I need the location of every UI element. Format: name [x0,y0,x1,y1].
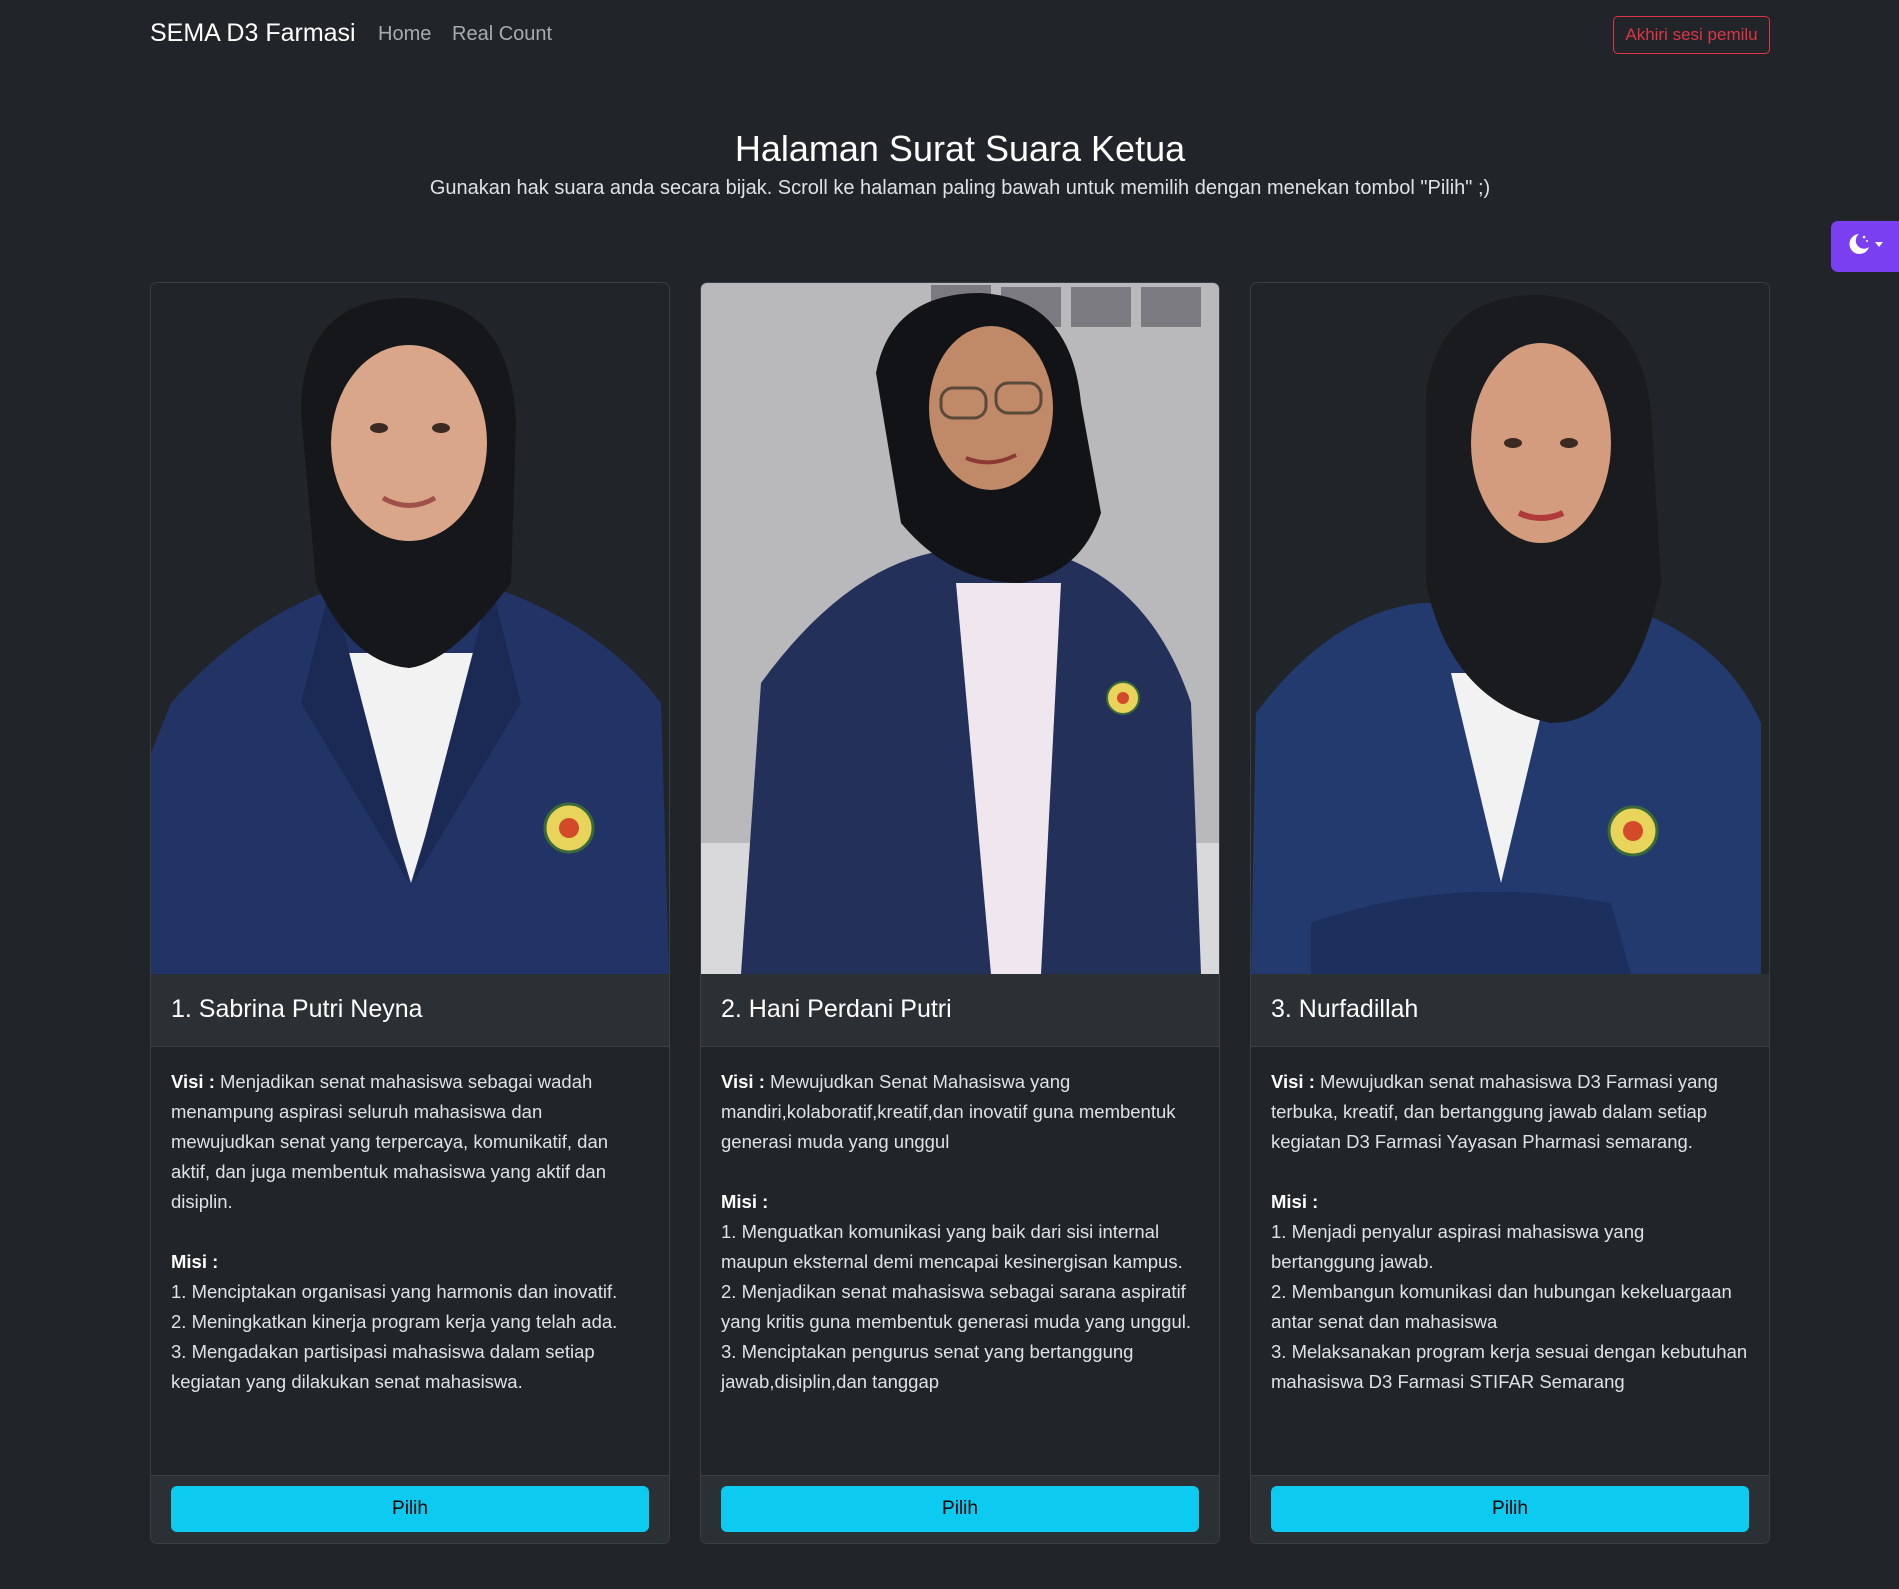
visi-content: Mewujudkan Senat Mahasiswa yang mandiri,… [721,1071,1176,1152]
candidate-photo [1251,283,1769,974]
misi-item: 2. Meningkatkan kinerja program kerja ya… [171,1311,618,1332]
misi-label: Misi : [1271,1191,1319,1212]
card-header: 2. Hani Perdani Putri [701,974,1219,1047]
candidate-card-2: 2. Hani Perdani Putri Visi : Mewujudkan … [700,282,1220,1544]
misi-item: 2. Membangun komunikasi dan hubungan kek… [1271,1281,1732,1332]
visi-text: Visi : Mewujudkan senat mahasiswa D3 Far… [1271,1067,1751,1157]
card-footer: Pilih [1251,1475,1769,1543]
visi-text: Visi : Mewujudkan Senat Mahasiswa yang m… [721,1067,1201,1157]
card-body: Visi : Mewujudkan senat mahasiswa D3 Far… [1271,1067,1751,1397]
misi-label: Misi : [721,1191,769,1212]
navbar: SEMA D3 Farmasi Home Real Count Akhiri s… [0,0,1899,72]
card-footer: Pilih [151,1475,669,1543]
misi-item: 3. Mengadakan partisipasi mahasiswa dala… [171,1341,595,1392]
visi-content: Mewujudkan senat mahasiswa D3 Farmasi ya… [1271,1071,1718,1152]
misi-item: 3. Menciptakan pengurus senat yang berta… [721,1341,1134,1392]
misi-item: 3. Melaksanakan program kerja sesuai den… [1271,1341,1748,1392]
misi-item: 1. Menciptakan organisasi yang harmonis … [171,1281,618,1302]
pilih-button-2[interactable]: Pilih [721,1486,1199,1532]
misi-item: 1. Menjadi penyalur aspirasi mahasiswa y… [1271,1221,1645,1272]
visi-label: Visi : [721,1071,765,1092]
navbar-brand[interactable]: SEMA D3 Farmasi [150,19,356,48]
visi-label: Visi : [1271,1071,1315,1092]
theme-toggle-button[interactable] [1831,221,1899,272]
candidate-photo [151,283,669,974]
pilih-button-1[interactable]: Pilih [171,1486,649,1532]
candidate-name: 3. Nurfadillah [1271,995,1419,1023]
end-session-button[interactable]: Akhiri sesi pemilu [1613,16,1770,54]
candidate-card-3: 3. Nurfadillah Visi : Mewujudkan senat m… [1250,282,1770,1544]
misi-item: 1. Menguatkan komunikasi yang baik dari … [721,1221,1183,1272]
card-header: 1. Sabrina Putri Neyna [151,974,669,1047]
page-subtitle: Gunakan hak suara anda secara bijak. Scr… [429,177,1491,199]
candidate-name: 2. Hani Perdani Putri [721,995,952,1023]
misi-item: 2. Menjadikan senat mahasiswa sebagai sa… [721,1281,1191,1332]
visi-text: Visi : Menjadikan senat mahasiswa sebaga… [171,1067,651,1217]
nav-link-real-count[interactable]: Real Count [452,23,552,46]
misi-label: Misi : [171,1251,219,1272]
candidate-name: 1. Sabrina Putri Neyna [171,995,423,1023]
pilih-button-3[interactable]: Pilih [1271,1486,1749,1532]
visi-label: Visi : [171,1071,215,1092]
nav-link-home[interactable]: Home [378,23,431,46]
card-body: Visi : Menjadikan senat mahasiswa sebaga… [171,1067,651,1397]
candidate-photo [701,283,1219,974]
visi-content: Menjadikan senat mahasiswa sebagai wadah… [171,1071,609,1212]
card-body: Visi : Mewujudkan Senat Mahasiswa yang m… [721,1067,1201,1397]
candidate-card-1: 1. Sabrina Putri Neyna Visi : Menjadikan… [150,282,670,1544]
card-footer: Pilih [701,1475,1219,1543]
page-title: Halaman Surat Suara Ketua [734,128,1186,169]
card-header: 3. Nurfadillah [1251,974,1769,1047]
moon-stars-icon [1845,231,1885,262]
